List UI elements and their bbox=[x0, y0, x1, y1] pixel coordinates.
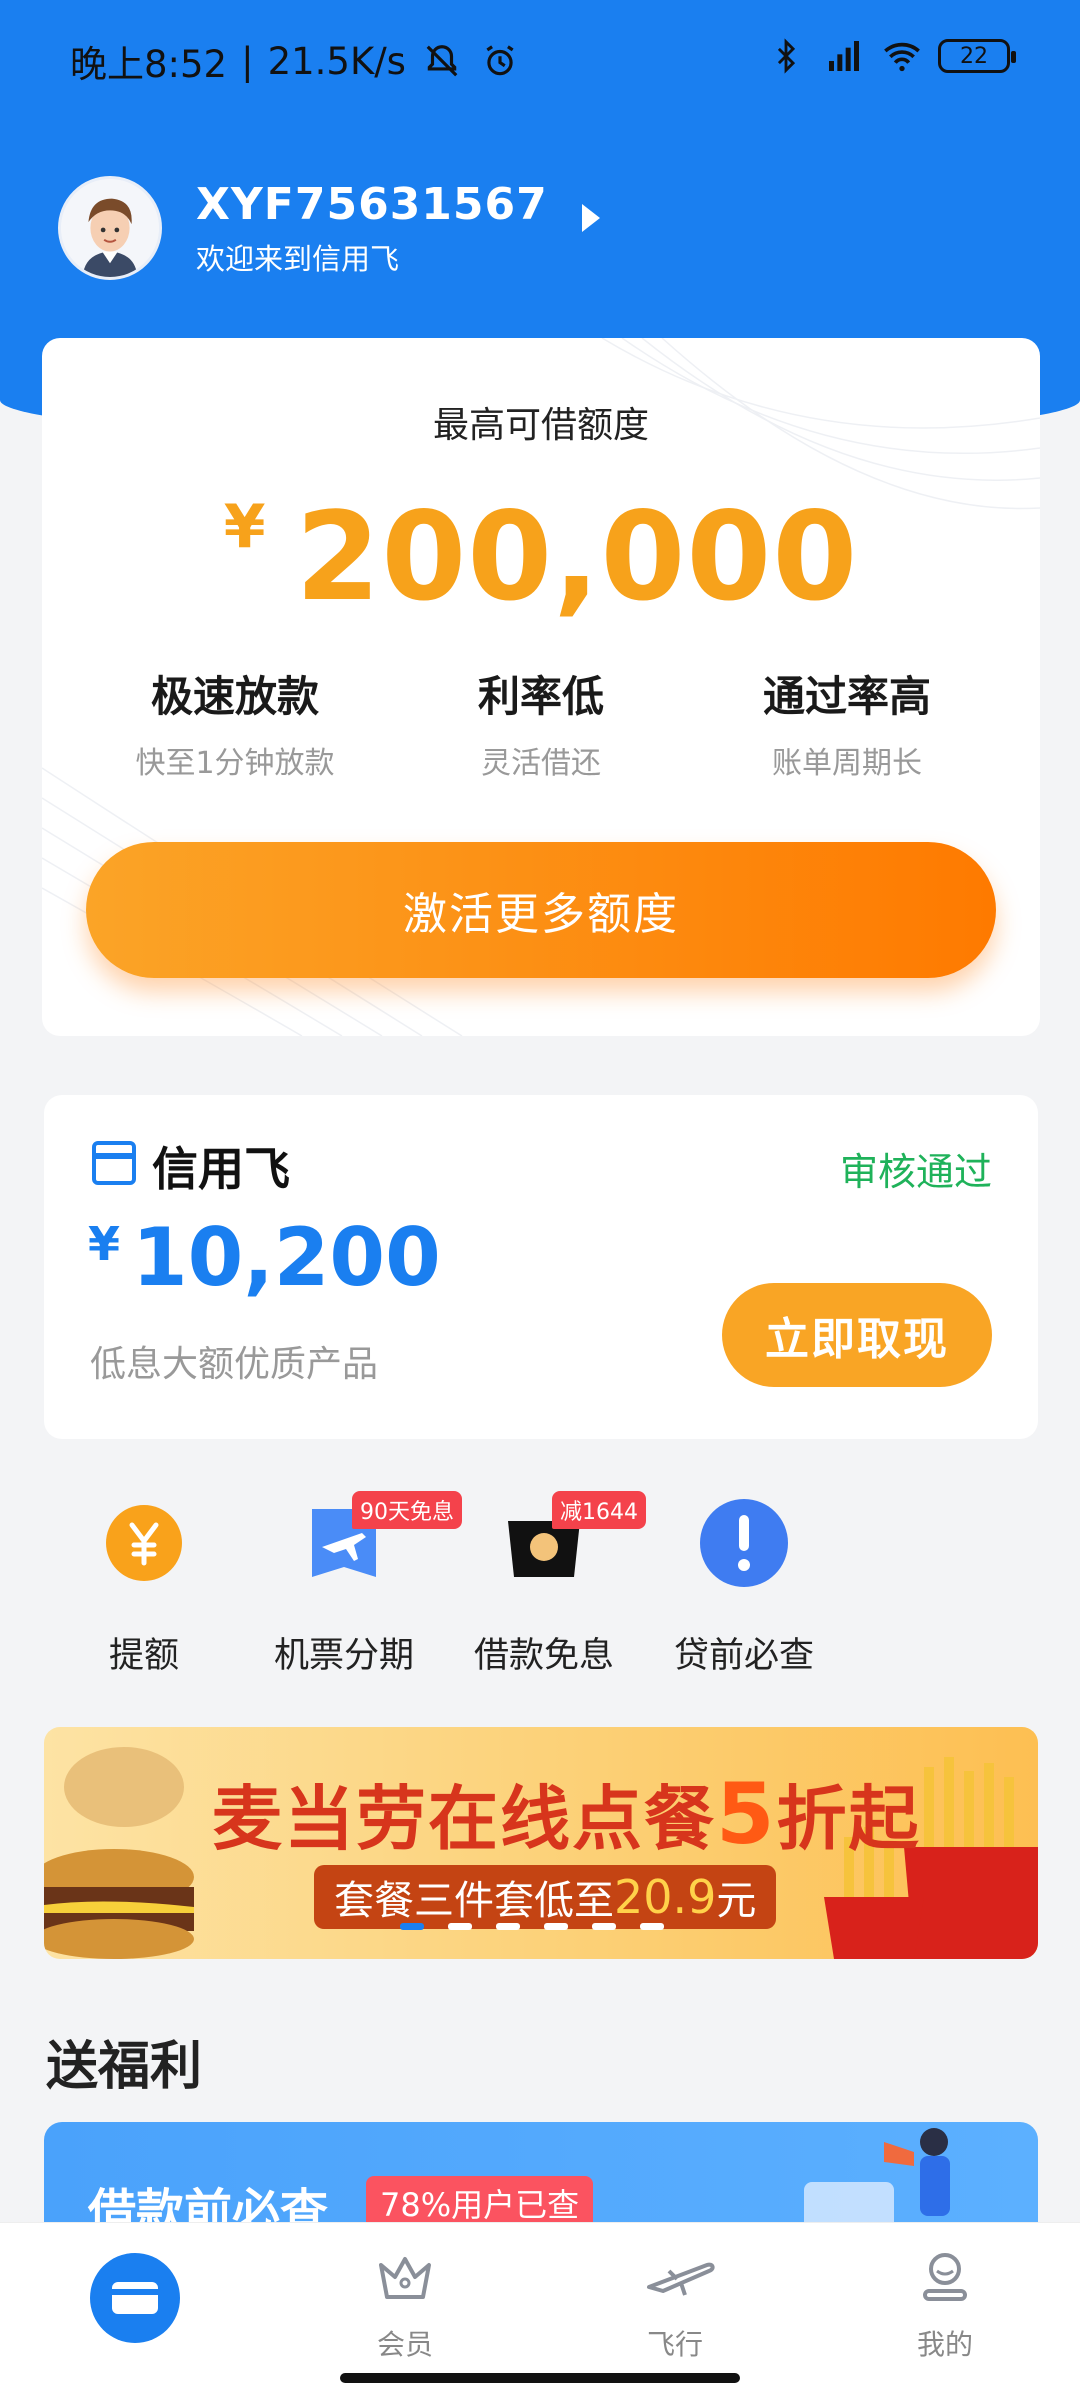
banner-title: 麦当劳在线点餐5折起 bbox=[212, 1763, 920, 1864]
carousel-dot-active[interactable] bbox=[400, 1923, 424, 1930]
feature-sub: 快至1分钟放款 bbox=[135, 746, 335, 781]
user-texts: XYF75631567 欢迎来到信用飞 bbox=[196, 179, 548, 278]
nav-label: 会员 bbox=[376, 2328, 433, 2361]
product-card[interactable]: 信用飞 审核通过 ¥10,200 低息大额优质产品 立即取现 bbox=[44, 1095, 1038, 1439]
carousel-dots bbox=[400, 1923, 664, 1930]
feature-title: 极速放款 bbox=[150, 672, 319, 721]
nav-home[interactable] bbox=[0, 2223, 270, 2400]
card-icon bbox=[90, 2253, 180, 2343]
status-separator: | bbox=[241, 39, 254, 83]
banner-subtitle: 套餐三件套低至 20.9 元 bbox=[314, 1865, 777, 1929]
feature-item: 利率低 灵活借还 bbox=[391, 663, 691, 782]
feature-title: 通过率高 bbox=[762, 672, 931, 721]
quick-item-interest-free-loan[interactable]: 减1644 借款免息 bbox=[444, 1491, 646, 1678]
quick-item-label: 借款免息 bbox=[473, 1636, 614, 1676]
feature-item: 通过率高 账单周期长 bbox=[697, 663, 997, 782]
banner-title-post: 折起 bbox=[776, 1778, 921, 1860]
banner-sub-pre: 套餐三件套低至 bbox=[334, 1878, 614, 1924]
bluetooth-icon bbox=[764, 34, 808, 78]
yen-coin-icon bbox=[96, 1495, 192, 1591]
home-indicator[interactable] bbox=[340, 2373, 740, 2383]
section-title: 送福利 bbox=[46, 2037, 203, 2097]
quick-item-precheck[interactable]: 贷前必查 bbox=[644, 1495, 844, 1678]
carousel-dot[interactable] bbox=[544, 1923, 568, 1930]
banner-sub-post: 元 bbox=[716, 1878, 757, 1924]
credit-amount-value: 200,000 bbox=[295, 486, 859, 628]
credit-amount: ¥200,000 bbox=[42, 486, 1040, 628]
credit-title: 最高可借额度 bbox=[432, 405, 649, 446]
nav-label: 我的 bbox=[916, 2328, 973, 2361]
quick-item-label: 提额 bbox=[108, 1636, 179, 1676]
profile-icon bbox=[915, 2247, 975, 2307]
banner-title-num: 5 bbox=[716, 1765, 777, 1863]
battery-indicator: 22 bbox=[938, 39, 1016, 73]
user-profile-row[interactable]: XYF75631567 欢迎来到信用飞 bbox=[58, 176, 600, 280]
user-name: XYF75631567 bbox=[196, 178, 548, 230]
activate-more-limit-button[interactable]: 激活更多额度 bbox=[86, 842, 996, 978]
quick-item-label: 机票分期 bbox=[273, 1636, 414, 1676]
feature-list: 极速放款 快至1分钟放款 利率低 灵活借还 通过率高 账单周期长 bbox=[42, 663, 1040, 782]
carousel-dot[interactable] bbox=[448, 1923, 472, 1930]
nav-mine[interactable]: 我的 bbox=[810, 2223, 1080, 2400]
feature-sub: 灵活借还 bbox=[481, 746, 601, 781]
feature-title: 利率低 bbox=[477, 672, 604, 721]
chevron-right-icon[interactable] bbox=[581, 204, 600, 232]
crown-icon bbox=[375, 2247, 435, 2307]
credit-limit-card: 最高可借额度 ¥200,000 极速放款 快至1分钟放款 利率低 灵活借还 通过… bbox=[42, 338, 1040, 1036]
quick-item-label: 贷前必查 bbox=[673, 1636, 814, 1676]
plane-icon bbox=[645, 2247, 715, 2307]
quick-item-ticket-installment[interactable]: 90天免息 机票分期 bbox=[244, 1491, 462, 1678]
product-currency: ¥ bbox=[88, 1217, 121, 1271]
credit-currency: ¥ bbox=[223, 492, 266, 562]
nav-label: 飞行 bbox=[646, 2328, 703, 2361]
feature-item: 极速放款 快至1分钟放款 bbox=[85, 663, 385, 782]
card-icon bbox=[92, 1141, 136, 1185]
carousel-dot[interactable] bbox=[592, 1923, 616, 1930]
product-amount: ¥10,200 bbox=[88, 1211, 441, 1304]
exclamation-icon bbox=[696, 1495, 792, 1591]
wifi-icon bbox=[880, 34, 924, 78]
banner-title-pre: 麦当劳在线点餐 bbox=[212, 1778, 716, 1860]
mute-bell-icon bbox=[420, 39, 464, 83]
carousel-dot[interactable] bbox=[496, 1923, 520, 1930]
status-left: 晚上8:52 | 21.5K/s bbox=[70, 34, 522, 88]
status-bar: 晚上8:52 | 21.5K/s 22 bbox=[0, 0, 1080, 118]
product-amount-value: 10,200 bbox=[132, 1211, 441, 1304]
withdraw-now-button[interactable]: 立即取现 bbox=[722, 1283, 992, 1387]
promo-banner[interactable]: 麦当劳在线点餐5折起 套餐三件套低至 20.9 元 bbox=[44, 1727, 1038, 1959]
quick-item-raise-limit[interactable]: 提额 bbox=[44, 1495, 244, 1678]
signal-icon bbox=[822, 34, 866, 78]
quick-entry-row: 提额 90天免息 机票分期 减1644 借款免息 贷前必查 bbox=[44, 1491, 864, 1678]
status-right: 22 bbox=[764, 34, 1016, 78]
status-badge: 审核通过 bbox=[839, 1150, 992, 1194]
user-welcome: 欢迎来到信用飞 bbox=[196, 241, 400, 276]
alarm-icon bbox=[478, 39, 522, 83]
feature-sub: 账单周期长 bbox=[772, 746, 922, 781]
product-desc: 低息大额优质产品 bbox=[90, 1344, 379, 1385]
status-time: 晚上8:52 bbox=[70, 43, 228, 86]
status-net-speed: 21.5K/s bbox=[267, 39, 406, 83]
carousel-dot[interactable] bbox=[640, 1923, 664, 1930]
banner-sub-price: 20.9 bbox=[614, 1870, 717, 1924]
badge-discount: 减1644 bbox=[552, 1491, 646, 1529]
avatar[interactable] bbox=[58, 176, 162, 280]
product-name: 信用飞 bbox=[152, 1142, 290, 1196]
